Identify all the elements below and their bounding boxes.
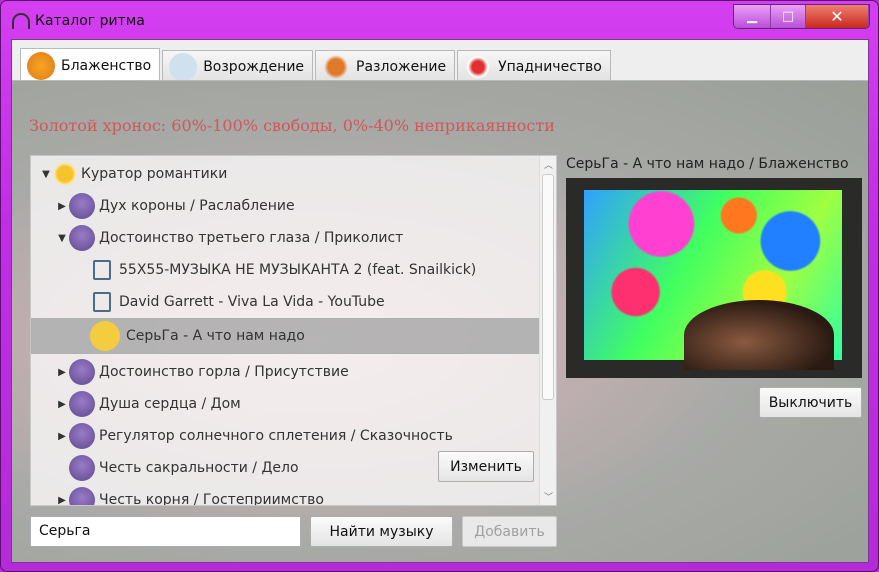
tree-item[interactable]: ▶ Душа сердца / Дом (31, 388, 540, 420)
tab-bar: Блаженство Возрождение Разложение Упадни… (20, 48, 611, 82)
tree-item[interactable]: ▶ Честь корня / Гостеприимство (31, 484, 540, 506)
tree-label: СерьГа - А что нам надо (126, 328, 305, 344)
tree-label: Честь сакральности / Дело (99, 460, 299, 476)
tab-razlozhenie[interactable]: Разложение (315, 50, 456, 82)
chakra-icon (69, 359, 95, 385)
tree-item[interactable]: ▶ Дух короны / Раслабление (31, 190, 540, 222)
tree-scrollbar[interactable]: ︿ ﹀ (539, 156, 556, 505)
tab-blazhenstvo[interactable]: Блаженство (20, 48, 161, 82)
tree-item[interactable]: ▶ Достоинство горла / Присутствие (31, 356, 540, 388)
tab-label: Упадничество (498, 58, 602, 75)
snowman-icon (464, 52, 493, 81)
tree-label: Честь корня / Гостеприимство (99, 492, 324, 506)
edit-button[interactable]: Изменить (438, 451, 534, 482)
tree-item[interactable]: ▶ Регулятор солнечного сплетения / Сказоч… (31, 420, 540, 452)
tree-item[interactable]: David Garrett - Viva La Vida - YouTube (31, 286, 540, 318)
dandelion-icon (169, 52, 198, 81)
video-stream-icon (93, 260, 111, 280)
expanded-arrow-icon[interactable]: ▼ (55, 233, 69, 244)
chakra-icon (69, 487, 95, 505)
tab-label: Возрождение (203, 58, 305, 75)
window-controls: ▁ □ ✕ (733, 4, 870, 29)
stop-button[interactable]: Выключить (759, 387, 862, 418)
scroll-up-icon[interactable]: ︿ (540, 158, 556, 171)
collapsed-arrow-icon[interactable]: ▶ (55, 431, 69, 442)
collapsed-arrow-icon[interactable]: ▶ (55, 399, 69, 410)
add-button: Добавить (462, 516, 557, 547)
tree-label: Достоинство третьего глаза / Приколист (99, 230, 404, 246)
tree-item[interactable]: ▼ Достоинство третьего глаза / Приколист (31, 222, 540, 254)
tree-label: David Garrett - Viva La Vida - YouTube (119, 294, 385, 310)
app-window: Каталог ритма ▁ □ ✕ Блаженство Возрожден… (0, 0, 879, 572)
tree-label: Душа сердца / Дом (99, 396, 241, 412)
close-button[interactable]: ✕ (806, 5, 869, 28)
scrollbar-thumb[interactable] (542, 174, 554, 400)
collapsed-arrow-icon[interactable]: ▶ (55, 201, 69, 212)
scroll-down-icon[interactable]: ﹀ (540, 490, 556, 503)
search-input[interactable]: Серьга (30, 516, 301, 547)
video-player[interactable] (566, 178, 862, 378)
chakra-icon (69, 193, 95, 219)
headphones-icon (12, 13, 30, 29)
tab-panel: Золотой хронос: 60%-100% свободы, 0%-40%… (12, 80, 868, 562)
tree-label: Дух короны / Раслабление (99, 198, 295, 214)
maximize-button[interactable]: □ (771, 5, 806, 28)
tab-label: Блаженство (61, 57, 152, 74)
video-stream-icon (93, 292, 111, 312)
client-area: Блаженство Возрождение Разложение Упадни… (11, 39, 869, 563)
leaves-icon (322, 52, 351, 81)
tree-label: Достоинство горла / Присутствие (99, 364, 349, 380)
video-frame (584, 190, 842, 370)
now-playing-label: СерьГа - А что нам надо / Блаженство (566, 156, 849, 172)
tree-label: Регулятор солнечного сплетения / Сказочн… (99, 428, 453, 444)
tree-label: Куратор романтики (81, 166, 228, 182)
video-face (684, 300, 834, 370)
minimize-button[interactable]: ▁ (734, 5, 771, 28)
tab-upadnichestvo[interactable]: Упадничество (457, 50, 611, 82)
heading: Золотой хронос: 60%-100% свободы, 0%-40%… (29, 116, 555, 135)
tab-vozrozhdenie[interactable]: Возрождение (162, 50, 314, 82)
tab-label: Разложение (356, 58, 447, 75)
chakra-icon (69, 225, 95, 251)
tree-item[interactable]: 55X55-МУЗЫКА НЕ МУЗЫКАНТА 2 (feat. Snail… (31, 254, 540, 286)
film-icon (90, 321, 120, 351)
collapsed-arrow-icon[interactable]: ▶ (55, 367, 69, 378)
tree-root[interactable]: ▼ Куратор романтики (31, 158, 540, 190)
expanded-arrow-icon[interactable]: ▼ (39, 169, 53, 180)
chakra-icon (69, 423, 95, 449)
find-music-button[interactable]: Найти музыку (310, 516, 453, 547)
palm-icon (27, 51, 55, 80)
collapsed-arrow-icon[interactable]: ▶ (55, 495, 69, 506)
chakra-icon (69, 455, 95, 481)
sun-icon (53, 162, 77, 186)
window-title: Каталог ритма (35, 13, 145, 29)
chakra-icon (69, 391, 95, 417)
tree-label: 55X55-МУЗЫКА НЕ МУЗЫКАНТА 2 (feat. Snail… (119, 262, 477, 278)
tree-item-selected[interactable]: СерьГа - А что нам надо (31, 318, 540, 354)
